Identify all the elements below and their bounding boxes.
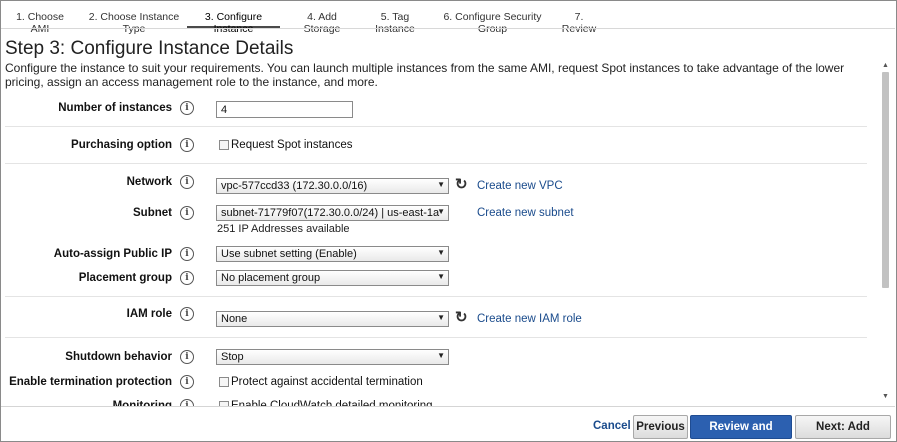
- number-of-instances-label: Number of instances: [58, 102, 172, 114]
- termination-protection-checkbox[interactable]: [219, 377, 229, 387]
- iam-role-label: IAM role: [126, 308, 172, 320]
- info-icon[interactable]: i: [180, 175, 194, 189]
- auto-assign-public-ip-label: Auto-assign Public IP: [53, 248, 172, 260]
- info-icon[interactable]: i: [180, 271, 194, 285]
- network-label: Network: [126, 176, 172, 188]
- network-select-value: vpc-577ccd33 (172.30.0.0/16): [221, 180, 368, 192]
- chevron-down-icon: ▼: [437, 248, 445, 257]
- tab-review[interactable]: 7. Review: [558, 7, 600, 35]
- network-select[interactable]: vpc-577ccd33 (172.30.0.0/16) ▼: [216, 178, 449, 194]
- page-title: Step 3: Configure Instance Details: [5, 38, 294, 59]
- row-divider: [5, 126, 867, 127]
- info-icon[interactable]: i: [180, 138, 194, 152]
- purchasing-option-label: Purchasing option: [71, 139, 172, 151]
- chevron-down-icon: ▼: [437, 180, 445, 189]
- scrollbar-thumb[interactable]: [882, 72, 889, 288]
- tab-tag-instance[interactable]: 5. Tag Instance: [365, 7, 425, 35]
- refresh-icon[interactable]: ↻: [455, 310, 469, 325]
- termination-protection-label: Enable termination protection: [9, 376, 172, 388]
- review-and-launch-button[interactable]: Review and Launch: [690, 415, 792, 439]
- chevron-down-icon: ▼: [437, 351, 445, 360]
- placement-group-select[interactable]: No placement group ▼: [216, 270, 449, 286]
- placement-group-label: Placement group: [78, 272, 172, 284]
- previous-button[interactable]: Previous: [633, 415, 688, 439]
- row-divider: [5, 296, 867, 297]
- info-icon[interactable]: i: [180, 247, 194, 261]
- shutdown-behavior-value: Stop: [221, 351, 244, 363]
- create-new-iam-role-link[interactable]: Create new IAM role: [477, 313, 582, 325]
- info-icon[interactable]: i: [180, 307, 194, 321]
- subnet-label: Subnet: [133, 207, 172, 219]
- tab-choose-ami[interactable]: 1. Choose AMI: [10, 7, 70, 35]
- iam-role-value: None: [221, 313, 248, 325]
- subnet-select-value: subnet-71779f07(172.30.0.0/24) | us-east…: [221, 207, 440, 219]
- create-new-subnet-link[interactable]: Create new subnet: [477, 207, 574, 219]
- wizard-steps: 1. Choose AMI 2. Choose Instance Type 3.…: [1, 1, 895, 35]
- cancel-button[interactable]: Cancel: [593, 420, 631, 432]
- scroll-up-arrow[interactable]: ▲: [881, 62, 890, 72]
- info-icon[interactable]: i: [180, 350, 194, 364]
- shutdown-behavior-label: Shutdown behavior: [65, 351, 172, 363]
- tab-add-storage[interactable]: 4. Add Storage: [292, 7, 352, 35]
- scroll-down-arrow[interactable]: ▼: [881, 393, 890, 403]
- tab-configure-security-group[interactable]: 6. Configure Security Group: [440, 7, 545, 35]
- refresh-icon[interactable]: ↻: [455, 177, 469, 192]
- tabs-divider: [1, 28, 895, 29]
- chevron-down-icon: ▼: [437, 207, 445, 216]
- info-icon[interactable]: i: [180, 101, 194, 115]
- request-spot-checkbox[interactable]: [219, 140, 229, 150]
- info-icon[interactable]: i: [180, 375, 194, 389]
- chevron-down-icon: ▼: [437, 313, 445, 322]
- request-spot-label[interactable]: Request Spot instances: [231, 139, 352, 151]
- tab-choose-instance-type[interactable]: 2. Choose Instance Type: [84, 7, 184, 35]
- row-divider: [5, 337, 867, 338]
- number-of-instances-input[interactable]: [216, 101, 353, 118]
- row-divider: [5, 163, 867, 164]
- termination-protection-checkbox-label[interactable]: Protect against accidental termination: [231, 376, 423, 388]
- placement-group-value: No placement group: [221, 272, 321, 284]
- auto-assign-public-ip-select[interactable]: Use subnet setting (Enable) ▼: [216, 246, 449, 262]
- tab-configure-instance[interactable]: 3. Configure Instance: [187, 7, 280, 35]
- action-bar: Cancel Previous Review and Launch Next: …: [1, 406, 895, 440]
- page-intro: Configure the instance to suit your requ…: [5, 61, 845, 89]
- shutdown-behavior-select[interactable]: Stop ▼: [216, 349, 449, 365]
- create-new-vpc-link[interactable]: Create new VPC: [477, 180, 563, 192]
- next-add-storage-button[interactable]: Next: Add Storage: [795, 415, 891, 439]
- subnet-select[interactable]: subnet-71779f07(172.30.0.0/24) | us-east…: [216, 205, 449, 221]
- chevron-down-icon: ▼: [437, 272, 445, 281]
- iam-role-select[interactable]: None ▼: [216, 311, 449, 327]
- info-icon[interactable]: i: [180, 206, 194, 220]
- subnet-ip-availability: 251 IP Addresses available: [217, 223, 350, 235]
- auto-assign-public-ip-value: Use subnet setting (Enable): [221, 248, 357, 260]
